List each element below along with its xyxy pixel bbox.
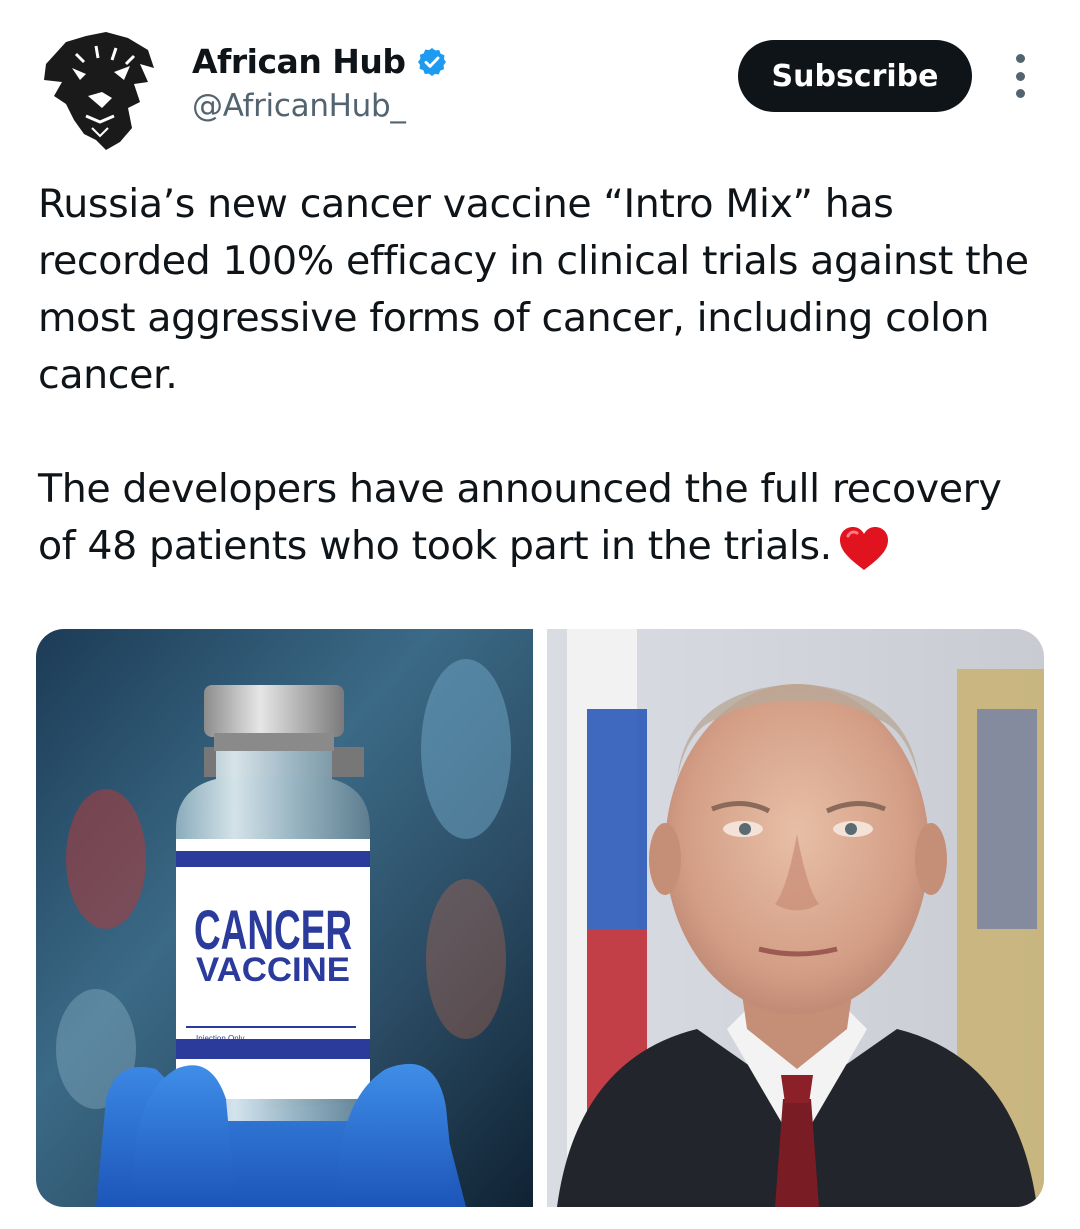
vial-small-text: Injection Only [196,1034,244,1043]
post-paragraph-1: Russia’s new cancer vaccine “Intro Mix” … [38,181,1029,398]
avatar[interactable] [36,24,164,152]
media-image-vaccine[interactable]: CANCER VACCINE Injection Only [36,629,533,1207]
author-name-row[interactable]: African Hub [192,42,448,81]
post-text: Russia’s new cancer vaccine “Intro Mix” … [38,176,1048,575]
vial-label-line-2: VACCINE [196,951,350,989]
author-handle[interactable]: @AfricanHub_ [192,88,406,124]
more-vertical-icon[interactable] [1008,54,1032,98]
author-display-name[interactable]: African Hub [192,42,406,81]
post-paragraph-2: The developers have announced the full r… [38,461,1048,575]
tiger-head-icon [44,32,154,150]
red-heart-icon [839,526,888,570]
media-grid: CANCER VACCINE Injection Only [36,629,1044,1207]
media-image-portrait[interactable] [547,629,1044,1207]
subscribe-button[interactable]: Subscribe [738,40,972,112]
verified-badge-icon[interactable] [416,46,448,78]
